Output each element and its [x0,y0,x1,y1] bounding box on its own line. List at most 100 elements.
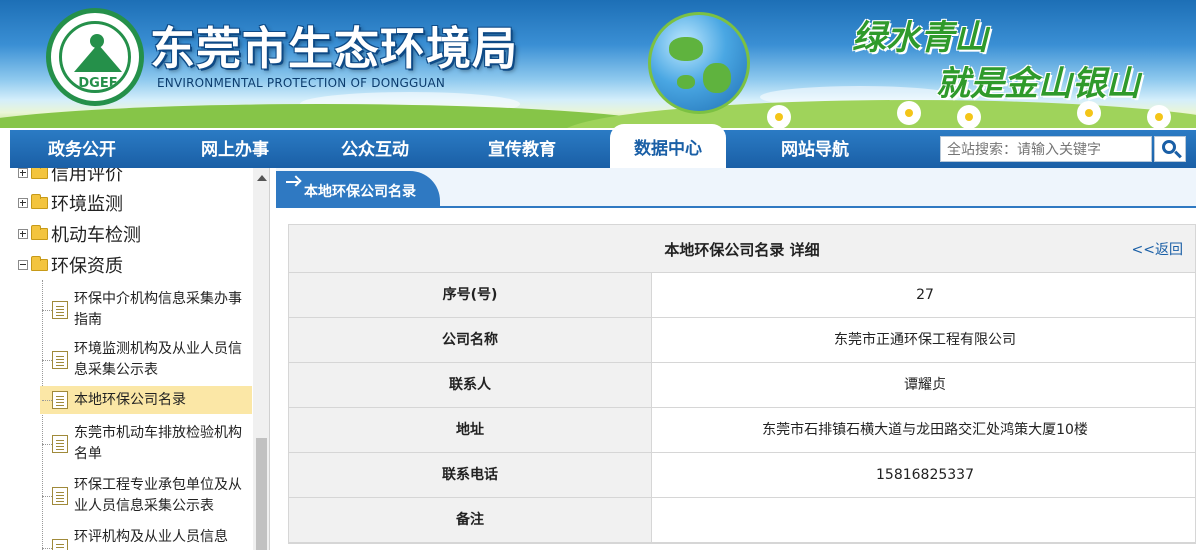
tree-leaf-contractors[interactable]: 环保工程专业承包单位及从业人员信息采集公示表 [40,474,252,518]
tree-node-label: 环境监测 [51,194,123,215]
flower-icon [1150,108,1168,126]
nav-item-online-services[interactable]: 网上办事 [170,130,300,168]
tree-connector [42,548,52,549]
slogan-line-1: 绿水青山 [852,18,988,58]
tree-connector [42,444,52,445]
tree-leaf-label: 东莞市机动车排放检验机构名单 [74,425,242,462]
site-banner: DGEE 东莞市生态环境局 ENVIRONMENTAL PROTECTION O… [0,0,1196,128]
tree-leaf-label: 环保工程专业承包单位及从业人员信息采集公示表 [74,477,242,514]
row-key: 备注 [289,498,652,542]
tree-leaf-intermediary-guide[interactable]: 环保中介机构信息采集办事指南 [40,288,252,332]
tree-leaf-label: 本地环保公司名录 [74,392,186,408]
logo-emblem: DGEE [59,21,131,93]
table-row: 公司名称 东莞市正通环保工程有限公司 [289,318,1195,363]
tree-node-env-qualification[interactable]: 环保资质 [18,252,123,278]
row-value: 27 [916,287,934,303]
tree-node-vehicle-testing[interactable]: 机动车检测 [18,221,141,247]
document-icon [52,539,68,550]
site-title: 东莞市生态环境局 [150,22,519,75]
main-nav: 政务公开 网上办事 公众互动 宣传教育 数据中心 网站导航 [10,124,1196,168]
document-icon [52,351,68,369]
document-icon [52,487,68,505]
row-key: 序号(号) [289,273,652,317]
globe-land [703,63,731,93]
search-button[interactable] [1154,136,1186,162]
tree-node-env-monitoring[interactable]: 环境监测 [18,190,123,216]
arrow-right-icon [286,181,298,183]
flower-icon [900,104,918,122]
detail-title: 本地环保公司名录 详细 [664,241,820,259]
scrollbar-thumb[interactable] [256,438,267,550]
tree-leaf-label: 环保中介机构信息采集办事指南 [74,291,242,328]
page: DGEE 东莞市生态环境局 ENVIRONMENTAL PROTECTION O… [0,0,1196,550]
tree-leaf-monitoring-institutions[interactable]: 环境监测机构及从业人员信息采集公示表 [40,338,252,382]
detail-table: 本地环保公司名录 详细 <<返回 序号(号) 27 公司名称 东莞市正通环保工程… [288,224,1196,544]
tab-local-companies[interactable]: 本地环保公司名录 [276,171,440,208]
tree-leaf-label: 环境监测机构及从业人员信息采集公示表 [74,341,242,378]
table-row: 备注 [289,498,1195,543]
expand-icon[interactable] [18,229,28,239]
main-content: 本地环保公司名录 本地环保公司名录 详细 <<返回 序号(号) 27 公司名称 … [276,168,1196,550]
table-row: 地址 东莞市石排镇石横大道与龙田路交汇处鸿策大厦10楼 [289,408,1195,453]
site-logo[interactable]: DGEE [46,8,144,106]
document-icon [52,391,68,409]
detail-header: 本地环保公司名录 详细 <<返回 [289,225,1195,273]
table-row: 联系人 谭耀贞 [289,363,1195,408]
tree-node-label: 机动车检测 [51,225,141,246]
tree-connector [42,310,52,311]
mountain-icon [74,44,122,72]
collapse-icon[interactable] [18,260,28,270]
folder-icon [31,225,48,240]
sidebar-tree: 信用评价 环境监测 机动车检测 环保资质 环保中介机构信息采集办事指南 环境监测… [10,168,270,550]
sidebar-scrollbar[interactable] [253,168,269,550]
flower-icon [960,108,978,126]
site-subtitle: ENVIRONMENTAL PROTECTION OF DONGGUAN [157,76,446,90]
folder-icon [31,194,48,209]
tree-leaf-vehicle-inspection-list[interactable]: 东莞市机动车排放检验机构名单 [40,422,252,466]
scroll-up-arrow-icon[interactable] [257,175,267,181]
tree-connector [42,360,52,361]
nav-item-gov-affairs[interactable]: 政务公开 [22,130,142,168]
row-key: 联系人 [289,363,652,407]
row-key: 公司名称 [289,318,652,362]
search-icon-handle [1174,150,1182,159]
tree-node-label: 信用评价 [51,168,123,185]
row-key: 地址 [289,408,652,452]
row-key: 联系电话 [289,453,652,497]
nav-item-education[interactable]: 宣传教育 [462,130,582,168]
row-value: 东莞市石排镇石横大道与龙田路交汇处鸿策大厦10楼 [762,422,1088,438]
search-input[interactable] [940,136,1152,162]
nav-item-site-map[interactable]: 网站导航 [750,130,880,168]
table-row: 联系电话 15816825337 [289,453,1195,498]
folder-icon [31,168,48,179]
logo-text: DGEE [78,76,118,91]
nav-item-public-interaction[interactable]: 公众互动 [315,130,435,168]
row-value: 15816825337 [876,467,974,483]
tree-connector [42,496,52,497]
globe-land [669,37,703,61]
tree-leaf-label: 环评机构及从业人员信息 [74,529,228,545]
row-value: 谭耀贞 [904,377,946,393]
tree-leaf-local-companies[interactable]: 本地环保公司名录 [40,386,252,414]
nav-item-data-center[interactable]: 数据中心 [610,124,726,168]
tree-node-label: 环保资质 [51,256,123,277]
table-row: 序号(号) 27 [289,273,1195,318]
slogan-line-2: 就是金山银山 [936,64,1140,104]
row-value: 东莞市正通环保工程有限公司 [834,332,1016,348]
globe-icon [648,12,750,114]
expand-icon[interactable] [18,198,28,208]
flower-icon [770,108,788,126]
tree-leaf-eia-institutions[interactable]: 环评机构及从业人员信息 [40,526,252,550]
document-icon [52,301,68,319]
row-value [653,498,1196,542]
back-link[interactable]: <<返回 [1132,239,1183,259]
document-icon [52,435,68,453]
globe-land [677,75,695,89]
tree-node-credit[interactable]: 信用评价 [18,168,123,186]
flower-icon [1080,104,1098,122]
folder-open-icon [31,256,48,271]
expand-icon[interactable] [18,168,28,178]
content-tab-bar: 本地环保公司名录 [276,168,1196,208]
tree-connector [42,400,52,401]
tab-label: 本地环保公司名录 [304,184,416,200]
